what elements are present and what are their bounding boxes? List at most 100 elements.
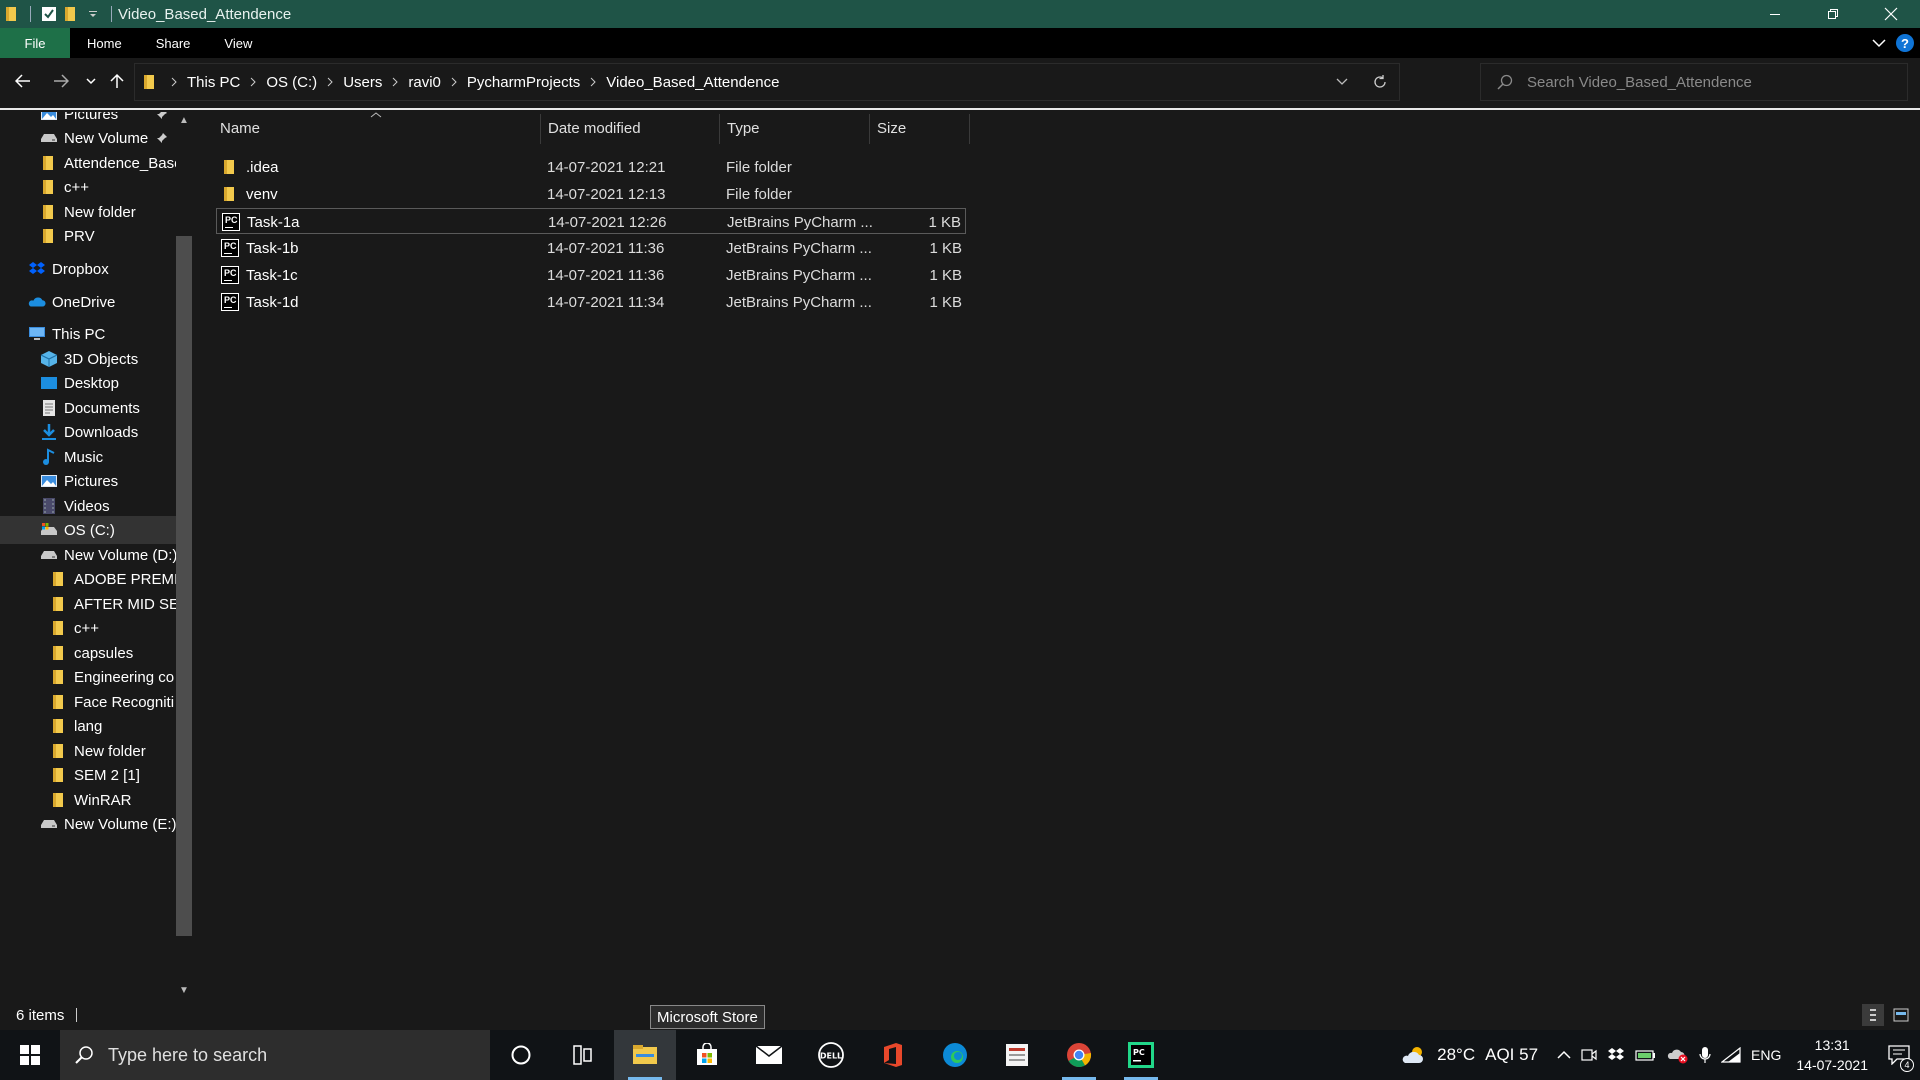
minimize-button[interactable] — [1746, 0, 1804, 28]
chevron-right-icon[interactable] — [321, 77, 339, 87]
pycharm-icon[interactable]: PC — [1110, 1030, 1172, 1080]
file-name-cell[interactable]: venv — [220, 181, 278, 207]
dell-icon[interactable]: DELL — [800, 1030, 862, 1080]
table-row[interactable]: PC Task-1b 14-07-2021 11:36 JetBrains PyCha… — [216, 235, 966, 261]
chevron-right-icon[interactable] — [584, 77, 602, 87]
taskbar-search-box[interactable]: Type here to search — [60, 1030, 490, 1080]
column-header-date-modified[interactable]: Date modified — [540, 112, 687, 144]
restore-button[interactable] — [1804, 0, 1862, 28]
file-name-cell[interactable]: PC Task-1b — [220, 235, 299, 261]
breadcrumb-users[interactable]: Users — [339, 74, 386, 91]
column-header-name[interactable]: Name — [212, 112, 540, 144]
table-row[interactable]: PC Task-1a 14-07-2021 12:26 JetBrains PyCha… — [216, 208, 966, 234]
customize-toolbar-icon[interactable] — [85, 6, 101, 22]
breadcrumb-current-folder[interactable]: Video_Based_Attendence — [602, 74, 783, 91]
table-row[interactable]: venv 14-07-2021 12:13 File folder — [216, 181, 966, 207]
chevron-right-icon[interactable] — [445, 77, 463, 87]
expand-ribbon-icon[interactable] — [1872, 38, 1886, 48]
show-hidden-icons-icon[interactable] — [1552, 1030, 1576, 1080]
scroll-down-icon[interactable]: ▼ — [176, 982, 192, 998]
breadcrumb-user[interactable]: ravi0 — [404, 74, 445, 91]
task-view-icon[interactable] — [552, 1030, 614, 1080]
onedrive-sync-error-icon[interactable] — [1662, 1030, 1694, 1080]
chevron-right-icon[interactable] — [386, 77, 404, 87]
wifi-icon[interactable] — [1716, 1030, 1746, 1080]
weather-icon[interactable] — [1396, 1030, 1432, 1080]
office-icon[interactable] — [862, 1030, 924, 1080]
file-name-cell[interactable]: PC Task-1c — [220, 262, 298, 288]
meet-now-icon[interactable] — [1576, 1030, 1602, 1080]
cortana-icon[interactable] — [490, 1030, 552, 1080]
sidebar-item[interactable]: c++ — [0, 614, 176, 642]
properties-icon[interactable] — [41, 6, 57, 22]
microsoft-store-icon[interactable] — [676, 1030, 738, 1080]
sidebar-item[interactable]: PRV — [0, 222, 176, 250]
dropbox-tray-icon[interactable] — [1602, 1030, 1630, 1080]
clock[interactable]: 13:31 14-07-2021 — [1786, 1030, 1878, 1080]
language-indicator[interactable]: ENG — [1746, 1030, 1786, 1080]
recent-locations-chevron-icon[interactable] — [78, 64, 104, 98]
sidebar-item[interactable]: SEM 2 [1] — [0, 761, 176, 789]
sidebar-item[interactable]: OneDrive — [0, 288, 176, 316]
search-input[interactable]: Search Video_Based_Attendence — [1480, 63, 1908, 101]
sidebar-item[interactable]: c++ — [0, 173, 176, 201]
edge-icon[interactable] — [924, 1030, 986, 1080]
column-header-size[interactable]: Size — [869, 112, 969, 144]
sidebar-item[interactable]: OS (C:) — [0, 516, 176, 544]
file-name-cell[interactable]: PC Task-1a — [221, 209, 300, 235]
battery-icon[interactable] — [1630, 1030, 1662, 1080]
chevron-right-icon[interactable] — [165, 77, 183, 87]
file-name-cell[interactable]: .idea — [220, 154, 279, 180]
sidebar-item[interactable]: New Volume (E:) — [0, 810, 176, 838]
start-button[interactable] — [0, 1030, 60, 1080]
breadcrumb-os-c[interactable]: OS (C:) — [262, 74, 321, 91]
drive-icon — [40, 546, 58, 564]
tab-file[interactable]: File — [0, 28, 70, 58]
sidebar-item[interactable]: lang — [0, 712, 176, 740]
sidebar-item[interactable]: This PC — [0, 320, 176, 348]
column-divider[interactable] — [969, 114, 970, 144]
table-row[interactable]: PC Task-1c 14-07-2021 11:36 JetBrains PyCha… — [216, 262, 966, 288]
mail-icon[interactable] — [738, 1030, 800, 1080]
large-icons-view-icon[interactable] — [1890, 1004, 1912, 1026]
close-button[interactable] — [1862, 0, 1920, 28]
tally-icon[interactable] — [986, 1030, 1048, 1080]
notifications-button[interactable]: 4 — [1878, 1030, 1920, 1080]
folder-icon[interactable] — [4, 6, 20, 22]
sidebar-item[interactable]: Engineering co — [0, 663, 176, 691]
sidebar-item[interactable]: New Volume — [0, 124, 176, 152]
sidebar-item[interactable]: Pictures — [0, 467, 176, 495]
air-quality-index[interactable]: AQI 57 — [1480, 1030, 1552, 1080]
file-explorer-icon[interactable] — [614, 1030, 676, 1080]
file-type: JetBrains PyCharm ... — [727, 213, 873, 231]
table-row[interactable]: PC Task-1d 14-07-2021 11:34 JetBrains PyCha… — [216, 289, 966, 315]
navigation-pane-scrollbar-thumb[interactable] — [176, 236, 192, 936]
sidebar-item[interactable]: Desktop — [0, 369, 176, 397]
forward-button[interactable] — [46, 64, 76, 98]
column-header-type[interactable]: Type — [719, 112, 869, 144]
sidebar-item[interactable]: Dropbox — [0, 255, 176, 283]
help-icon[interactable]: ? — [1896, 34, 1914, 52]
details-view-icon[interactable] — [1862, 1004, 1884, 1026]
chrome-icon[interactable] — [1048, 1030, 1110, 1080]
breadcrumb-pycharmprojects[interactable]: PycharmProjects — [463, 74, 584, 91]
scroll-up-icon[interactable]: ▲ — [176, 112, 192, 128]
sidebar-item[interactable]: ADOBE PREMIE — [0, 565, 176, 593]
address-history-chevron-icon[interactable] — [1323, 64, 1361, 100]
table-row[interactable]: .idea 14-07-2021 12:21 File folder — [216, 154, 966, 180]
refresh-icon[interactable] — [1361, 64, 1399, 100]
tab-view[interactable]: View — [207, 28, 269, 58]
new-folder-icon[interactable] — [63, 6, 79, 22]
address-bar[interactable]: This PC OS (C:) Users ravi0 PycharmProje… — [134, 63, 1400, 101]
up-button[interactable] — [102, 64, 132, 98]
back-button[interactable] — [8, 64, 38, 98]
chevron-right-icon[interactable] — [244, 77, 262, 87]
folder-icon — [40, 227, 58, 245]
sidebar-item[interactable]: Downloads — [0, 418, 176, 446]
tab-home[interactable]: Home — [70, 28, 139, 58]
microphone-icon[interactable] — [1694, 1030, 1716, 1080]
weather-temperature[interactable]: 28°C — [1432, 1030, 1480, 1080]
breadcrumb-this-pc[interactable]: This PC — [183, 74, 244, 91]
file-name-cell[interactable]: PC Task-1d — [220, 289, 299, 315]
tab-share[interactable]: Share — [139, 28, 208, 58]
